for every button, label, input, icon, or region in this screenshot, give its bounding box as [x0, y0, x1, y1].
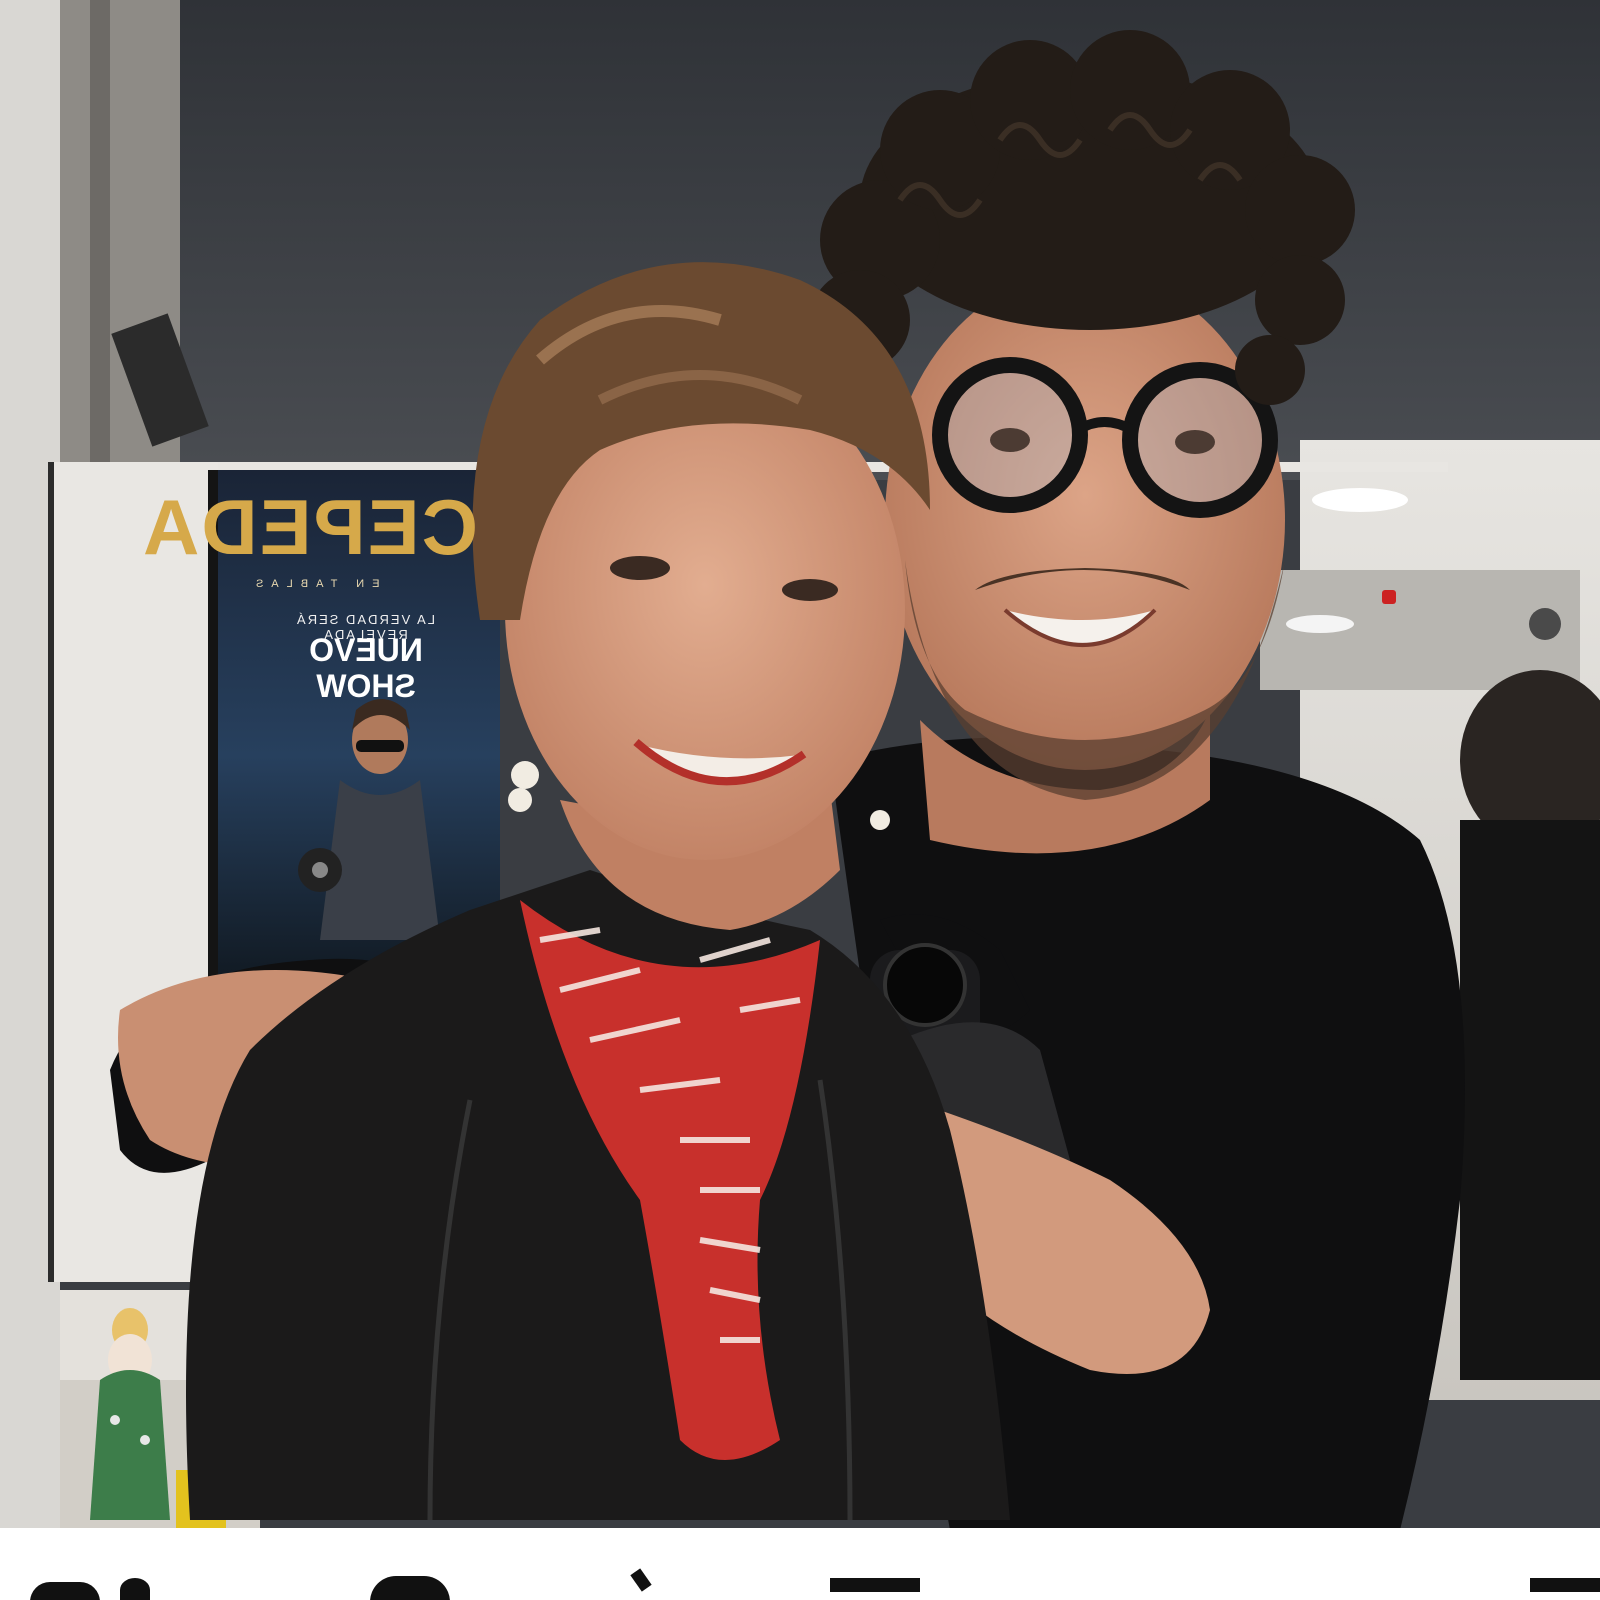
caption-glyph — [1530, 1578, 1600, 1592]
caption-glyph — [120, 1578, 150, 1600]
cropped-caption-strip — [0, 1528, 1600, 1600]
poster-title: CEPEDA — [140, 483, 478, 571]
caption-glyph — [830, 1578, 920, 1592]
poster-subtitle: EN TABLAS — [248, 578, 380, 590]
photo-frame: CEPEDA EN TABLAS LA VERDAD SERÁ REVELADA… — [0, 0, 1600, 1600]
poster-show-line1: NUEVO — [309, 632, 423, 668]
photo-illustration — [0, 0, 1600, 1528]
caption-glyph — [370, 1576, 450, 1600]
poster-show: NUEVO SHOW — [256, 632, 476, 704]
poster-show-line2: SHOW — [316, 668, 416, 704]
caption-glyph — [630, 1568, 652, 1592]
photograph: CEPEDA EN TABLAS LA VERDAD SERÁ REVELADA… — [0, 0, 1600, 1528]
caption-glyph — [30, 1582, 100, 1600]
